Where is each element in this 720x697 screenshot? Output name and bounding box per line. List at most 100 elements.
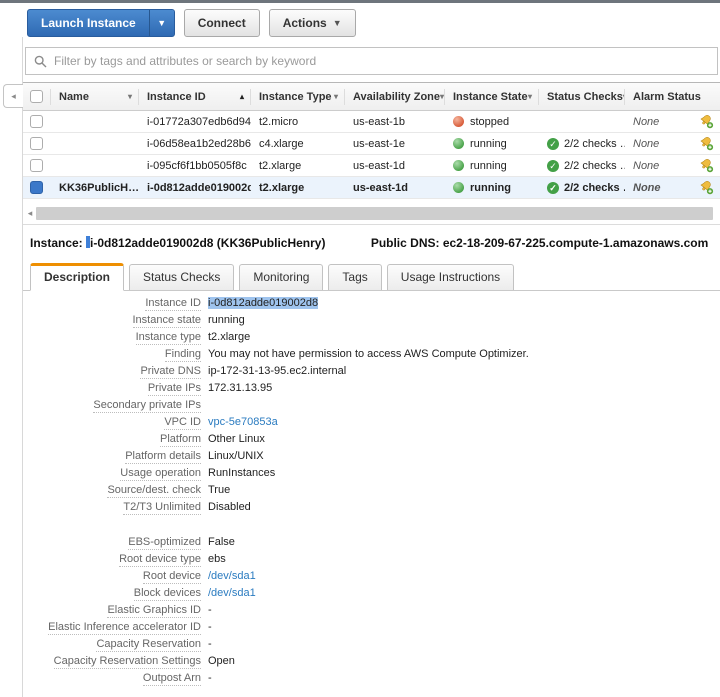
cell-alarm-status: None xyxy=(625,158,720,173)
row-checkbox[interactable] xyxy=(30,115,43,128)
field-value: Open xyxy=(208,655,235,667)
collapse-pane-button[interactable]: ◂ xyxy=(3,84,23,108)
create-alarm-bell-icon[interactable] xyxy=(699,136,714,151)
cell-status-checks: ✓ 2/2 checks … xyxy=(539,138,625,150)
tab-monitoring[interactable]: Monitoring xyxy=(239,264,323,290)
field-value: ebs xyxy=(208,553,226,565)
field-row: Instance state running xyxy=(23,314,720,331)
block-devices-link[interactable]: /dev/sda1 xyxy=(208,587,256,599)
cell-alarm-status: None xyxy=(625,180,720,195)
connect-button[interactable]: Connect xyxy=(184,9,260,37)
public-dns-label: Public DNS: xyxy=(371,236,440,250)
field-label: Platform details xyxy=(125,450,201,464)
scrollbar-thumb[interactable] xyxy=(36,207,713,220)
cell-instance-state: running xyxy=(445,160,539,172)
column-header-alarm-status[interactable]: Alarm Status xyxy=(625,89,720,105)
column-header-name[interactable]: Name ▾ xyxy=(51,89,139,105)
root-device-link[interactable]: /dev/sda1 xyxy=(208,570,256,582)
cell-availability-zone: us-east-1b xyxy=(345,116,445,128)
table-row[interactable]: i-01772a307edb6d941 t2.micro us-east-1b … xyxy=(23,111,720,133)
cell-instance-id: i-0d812adde019002d8 xyxy=(139,182,251,194)
column-header-instance-type[interactable]: Instance Type ▾ xyxy=(251,89,345,105)
running-state-icon xyxy=(453,160,464,171)
launch-instance-button[interactable]: Launch Instance ▼ xyxy=(27,9,175,37)
table-row[interactable]: i-095cf6f1bb0505f8c t2.xlarge us-east-1d… xyxy=(23,155,720,177)
field-value: You may not have permission to access AW… xyxy=(208,348,529,360)
state-label: stopped xyxy=(470,116,509,128)
field-value-highlighted: i-0d812adde019002d8 xyxy=(208,297,318,309)
field-row: Instance type t2.xlarge xyxy=(23,331,720,348)
alarm-status-label: None xyxy=(633,138,659,150)
field-value: 172.31.13.95 xyxy=(208,382,272,394)
field-label: Secondary private IPs xyxy=(93,399,201,413)
field-row: Capacity Reservation - xyxy=(23,638,720,655)
tab-description[interactable]: Description xyxy=(30,263,124,291)
filter-bar xyxy=(25,47,718,75)
field-row: Source/dest. check True xyxy=(23,484,720,501)
sort-caret-icon: ▾ xyxy=(128,92,132,101)
row-checkbox[interactable] xyxy=(30,159,43,172)
instance-summary-value: i-0d812adde019002d8 (KK36PublicHenry) xyxy=(90,236,325,250)
tab-status-checks[interactable]: Status Checks xyxy=(129,264,234,290)
instances-table: Name ▾ Instance ID ▴ Instance Type ▾ Ava… xyxy=(23,82,720,199)
alarm-status-label: None xyxy=(633,182,661,194)
cell-instance-type: t2.micro xyxy=(251,116,345,128)
field-label: Private IPs xyxy=(148,382,201,396)
column-header-label: Availability Zone xyxy=(353,91,440,103)
field-row: Outpost Arn - xyxy=(23,672,720,689)
state-label: running xyxy=(470,160,507,172)
cell-alarm-status: None xyxy=(625,114,720,129)
field-row: Private IPs 172.31.13.95 xyxy=(23,382,720,399)
checks-passed-icon: ✓ xyxy=(547,138,559,150)
field-label: Root device type xyxy=(119,553,201,567)
state-label: running xyxy=(470,182,511,194)
column-header-label: Name xyxy=(59,91,89,103)
create-alarm-bell-icon[interactable] xyxy=(699,180,714,195)
description-panel: Instance ID i-0d812adde019002d8 Instance… xyxy=(23,291,720,689)
field-value: RunInstances xyxy=(208,467,275,479)
table-row[interactable]: i-06d58ea1b2ed28b62 c4.xlarge us-east-1e… xyxy=(23,133,720,155)
row-checkbox[interactable] xyxy=(30,137,43,150)
table-row-selected[interactable]: KK36PublicH… i-0d812adde019002d8 t2.xlar… xyxy=(23,177,720,199)
column-header-instance-state[interactable]: Instance State ▾ xyxy=(445,89,539,105)
actions-button[interactable]: Actions ▼ xyxy=(269,9,356,37)
column-header-availability-zone[interactable]: Availability Zone ▾ xyxy=(345,89,445,105)
vpc-id-link[interactable]: vpc-5e70853a xyxy=(208,416,278,428)
field-row: VPC ID vpc-5e70853a xyxy=(23,416,720,433)
column-header-label: Instance Type xyxy=(259,91,332,103)
create-alarm-bell-icon[interactable] xyxy=(699,158,714,173)
field-row: Private DNS ip-172-31-13-95.ec2.internal xyxy=(23,365,720,382)
create-alarm-bell-icon[interactable] xyxy=(699,114,714,129)
scroll-left-button[interactable]: ◂ xyxy=(24,208,36,219)
field-label: Root device xyxy=(143,570,201,584)
column-header-label: Instance State xyxy=(453,91,528,103)
filter-input[interactable] xyxy=(54,54,709,68)
field-row: Root device type ebs xyxy=(23,553,720,570)
cell-availability-zone: us-east-1d xyxy=(345,160,445,172)
field-label: Source/dest. check xyxy=(107,484,201,498)
field-row: EBS-optimized False xyxy=(23,536,720,553)
actions-label: Actions xyxy=(283,16,327,30)
field-row: Platform details Linux/UNIX xyxy=(23,450,720,467)
chevron-down-icon: ▼ xyxy=(333,18,342,28)
tab-tags[interactable]: Tags xyxy=(328,264,381,290)
column-header-instance-id[interactable]: Instance ID ▴ xyxy=(139,89,251,105)
row-checkbox-checked[interactable] xyxy=(30,181,43,194)
launch-instance-dropdown[interactable]: ▼ xyxy=(149,10,174,36)
running-state-icon xyxy=(453,182,464,193)
cell-instance-type: t2.xlarge xyxy=(251,182,345,194)
tab-usage-instructions[interactable]: Usage Instructions xyxy=(387,264,514,290)
field-label: Capacity Reservation Settings xyxy=(54,655,201,669)
cell-name: KK36PublicH… xyxy=(51,182,139,194)
checks-label: 2/2 checks … xyxy=(564,160,625,172)
select-all-checkbox[interactable] xyxy=(30,90,43,103)
sort-caret-icon: ▾ xyxy=(440,92,444,101)
toolbar: Launch Instance ▼ Connect Actions ▼ xyxy=(23,3,720,39)
cell-instance-type: c4.xlarge xyxy=(251,138,345,150)
instance-summary-label: Instance: xyxy=(30,236,83,250)
field-row: Secondary private IPs xyxy=(23,399,720,416)
alarm-status-label: None xyxy=(633,116,659,128)
column-header-status-checks[interactable]: Status Checks ▾ xyxy=(539,89,625,105)
chevron-left-icon: ◂ xyxy=(11,91,16,102)
field-label: VPC ID xyxy=(164,416,201,430)
